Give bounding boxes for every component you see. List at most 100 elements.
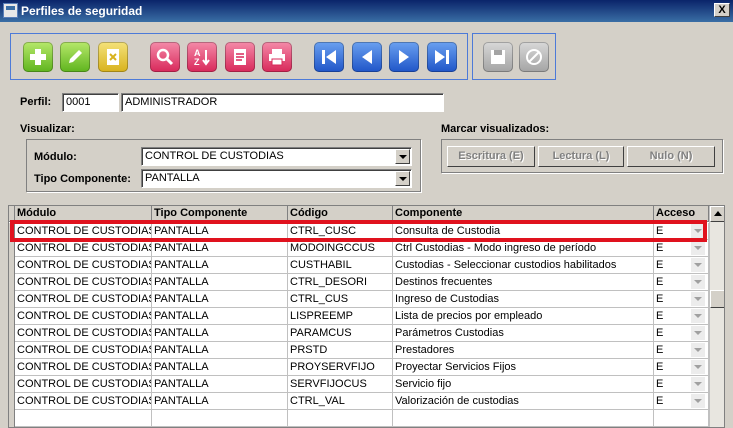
- cell-tipo-componente: PANTALLA: [152, 291, 288, 308]
- table-row[interactable]: CONTROL DE CUSTODIAS PANTALLA MODOINGCCUS C…: [9, 240, 709, 257]
- cell-codigo-text: LISPREEMP: [290, 310, 353, 322]
- table-row[interactable]: CONTROL DE CUSTODIAS PANTALLA CTRL_CUS Ingr…: [9, 291, 709, 308]
- header-acceso[interactable]: Acceso: [654, 206, 709, 222]
- scroll-up-icon[interactable]: [710, 206, 724, 222]
- perfil-label: Perfil:: [20, 96, 52, 108]
- cell-componente-text: Ingreso de Custodias: [395, 293, 499, 305]
- table-row[interactable]: CONTROL DE CUSTODIAS PANTALLA CTRL_DESORI D…: [9, 274, 709, 291]
- cell-modulo-text: CONTROL DE CUSTODIAS: [17, 276, 152, 288]
- cell-tipo-componente-text: PANTALLA: [154, 378, 209, 390]
- cell-componente: Custodias - Seleccionar custodios habili…: [393, 257, 654, 274]
- cell-codigo: PARAMCUS: [288, 325, 393, 342]
- save-button[interactable]: [483, 42, 513, 72]
- perfil-name-field[interactable]: ADMINISTRADOR: [121, 93, 444, 112]
- escritura-button[interactable]: Escritura (E): [447, 146, 535, 167]
- title-bar: Perfiles de seguridad X: [0, 0, 733, 22]
- cell-componente: Destinos frecuentes: [393, 274, 654, 291]
- table-row[interactable]: CONTROL DE CUSTODIAS PANTALLA PARAMCUS Pará…: [9, 325, 709, 342]
- edit-button[interactable]: [60, 42, 90, 72]
- chevron-down-icon[interactable]: [691, 326, 705, 340]
- chevron-down-icon[interactable]: [691, 394, 705, 408]
- cell-codigo-text: CTRL_CUS: [290, 293, 349, 305]
- chevron-down-icon[interactable]: [691, 224, 705, 238]
- close-button[interactable]: X: [714, 3, 730, 17]
- cell-modulo: CONTROL DE CUSTODIAS: [15, 376, 152, 393]
- chevron-down-icon[interactable]: [691, 360, 705, 374]
- table-row[interactable]: [9, 410, 709, 427]
- chevron-down-icon[interactable]: [395, 171, 410, 186]
- table-row[interactable]: CONTROL DE CUSTODIAS PANTALLA SERVFIJOCUS S…: [9, 376, 709, 393]
- table-row[interactable]: CONTROL DE CUSTODIAS PANTALLA CUSTHABIL Cus…: [9, 257, 709, 274]
- cell-componente: Ctrl Custodias - Modo ingreso de período: [393, 240, 654, 257]
- chevron-down-icon[interactable]: [691, 309, 705, 323]
- search-button[interactable]: [150, 42, 180, 72]
- cell-componente: Valorización de custodias: [393, 393, 654, 410]
- tipo-componente-select[interactable]: PANTALLA: [141, 169, 412, 188]
- header-tipo-componente[interactable]: Tipo Componente: [152, 206, 288, 222]
- chevron-down-icon[interactable]: [395, 149, 410, 164]
- table-row[interactable]: CONTROL DE CUSTODIAS PANTALLA LISPREEMP Lis…: [9, 308, 709, 325]
- svg-text:Z: Z: [194, 57, 200, 67]
- chevron-down-icon[interactable]: [691, 258, 705, 272]
- previous-button[interactable]: [352, 42, 382, 72]
- first-button[interactable]: [314, 42, 344, 72]
- lectura-button[interactable]: Lectura (L): [538, 146, 624, 167]
- add-button[interactable]: [23, 42, 53, 72]
- cancel-icon: [526, 49, 542, 65]
- chevron-down-icon[interactable]: [691, 343, 705, 357]
- cell-acceso[interactable]: E: [654, 325, 709, 342]
- cell-acceso[interactable]: E: [654, 308, 709, 325]
- table-row[interactable]: CONTROL DE CUSTODIAS PANTALLA CTRL_CUSC Con…: [9, 223, 709, 240]
- report-button[interactable]: [225, 42, 255, 72]
- table-row[interactable]: CONTROL DE CUSTODIAS PANTALLA PRSTD Prestad…: [9, 342, 709, 359]
- cell-acceso[interactable]: E: [654, 291, 709, 308]
- perfil-code-field[interactable]: 0001: [62, 93, 119, 112]
- previous-record-icon: [362, 50, 372, 64]
- cell-tipo-componente: PANTALLA: [152, 393, 288, 410]
- print-button[interactable]: [262, 42, 292, 72]
- cell-modulo: CONTROL DE CUSTODIAS: [15, 291, 152, 308]
- cell-codigo: CUSTHABIL: [288, 257, 393, 274]
- save-icon: [491, 50, 505, 64]
- chevron-down-icon[interactable]: [691, 377, 705, 391]
- cell-acceso[interactable]: E: [654, 359, 709, 376]
- cell-tipo-componente-text: PANTALLA: [154, 293, 209, 305]
- next-button[interactable]: [389, 42, 419, 72]
- delete-button[interactable]: [98, 42, 128, 72]
- chevron-down-icon[interactable]: [691, 241, 705, 255]
- cell-acceso[interactable]: E: [654, 257, 709, 274]
- cell-tipo-componente-text: PANTALLA: [154, 225, 209, 237]
- sort-button[interactable]: AZ: [187, 42, 217, 72]
- chevron-down-icon[interactable]: [691, 275, 705, 289]
- nulo-button[interactable]: Nulo (N): [627, 146, 715, 167]
- last-button[interactable]: [427, 42, 457, 72]
- chevron-down-icon[interactable]: [691, 292, 705, 306]
- cell-modulo: CONTROL DE CUSTODIAS: [15, 274, 152, 291]
- cell-componente: Servicio fijo: [393, 376, 654, 393]
- cell-acceso[interactable]: E: [654, 223, 709, 240]
- header-componente[interactable]: Componente: [393, 206, 654, 222]
- cell-acceso[interactable]: E: [654, 274, 709, 291]
- header-codigo[interactable]: Código: [288, 206, 393, 222]
- cell-codigo: SERVFIJOCUS: [288, 376, 393, 393]
- toolbar-main: AZ: [10, 33, 468, 80]
- cell-acceso[interactable]: [654, 410, 709, 427]
- table-row[interactable]: CONTROL DE CUSTODIAS PANTALLA PROYSERVFIJO…: [9, 359, 709, 376]
- cell-acceso[interactable]: E: [654, 240, 709, 257]
- table-row[interactable]: CONTROL DE CUSTODIAS PANTALLA CTRL_VAL Valo…: [9, 393, 709, 410]
- cell-codigo-text: PROYSERVFIJO: [290, 361, 375, 373]
- cell-acceso[interactable]: E: [654, 393, 709, 410]
- first-record-icon: [322, 50, 336, 64]
- cell-acceso-text: E: [656, 378, 664, 390]
- cell-codigo: PROYSERVFIJO: [288, 359, 393, 376]
- cancel-button[interactable]: [519, 42, 549, 72]
- scroll-thumb[interactable]: [710, 290, 724, 308]
- cell-acceso[interactable]: E: [654, 376, 709, 393]
- cell-tipo-componente-text: PANTALLA: [154, 395, 209, 407]
- cell-codigo-text: SERVFIJOCUS: [290, 378, 367, 390]
- header-modulo[interactable]: Módulo: [15, 206, 152, 222]
- vertical-scrollbar[interactable]: [709, 206, 724, 427]
- cell-acceso[interactable]: E: [654, 342, 709, 359]
- modulo-select[interactable]: CONTROL DE CUSTODIAS: [141, 147, 412, 166]
- cell-codigo: CTRL_DESORI: [288, 274, 393, 291]
